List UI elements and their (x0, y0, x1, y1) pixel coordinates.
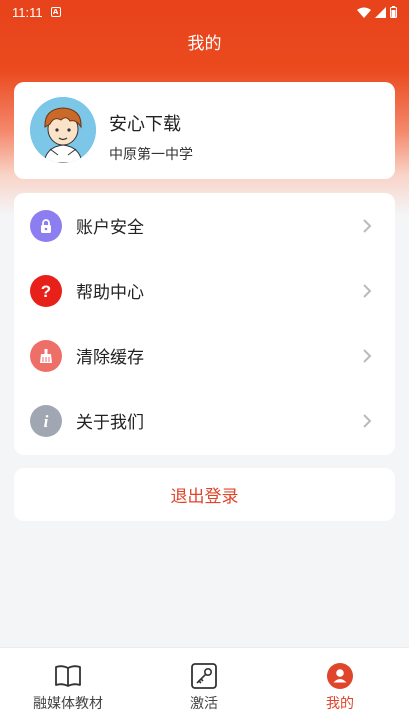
battery-icon (390, 6, 397, 18)
signal-icon (375, 6, 386, 18)
tab-label: 我的 (326, 696, 354, 712)
chevron-right-icon (363, 413, 372, 428)
profile-school: 中原第一中学 (109, 147, 193, 163)
wifi-icon (357, 7, 371, 18)
tab-activate[interactable]: 激活 (136, 648, 272, 728)
key-icon (191, 663, 217, 689)
logout-button[interactable]: 退出登录 (14, 468, 395, 521)
broom-icon (30, 339, 62, 372)
page-title: 我的 (187, 34, 222, 54)
menu-item-label: 关于我们 (76, 413, 144, 433)
status-time: 11:11 (12, 4, 43, 20)
notification-a-icon: A (50, 7, 61, 17)
question-icon: ? (30, 274, 62, 307)
menu-item-label: 清除缓存 (76, 348, 144, 368)
tab-media-textbook[interactable]: 融媒体教材 (0, 648, 136, 728)
menu-item-help-center[interactable]: ? 帮助中心 (14, 258, 395, 323)
avatar[interactable] (30, 97, 96, 163)
avatar-illustration (30, 97, 96, 163)
chevron-right-icon (363, 283, 372, 298)
chevron-right-icon (363, 348, 372, 363)
person-icon (327, 663, 353, 689)
chevron-right-icon (363, 218, 372, 233)
bottom-tab-bar: 融媒体教材 激活 我的 (0, 647, 409, 728)
info-icon: i (30, 404, 62, 437)
lock-icon (30, 209, 62, 242)
menu-item-about-us[interactable]: i 关于我们 (14, 388, 395, 453)
menu-item-account-security[interactable]: 账户安全 (14, 193, 395, 258)
svg-text:i: i (44, 412, 49, 430)
profile-name: 安心下载 (109, 114, 181, 135)
menu-item-label: 账户安全 (76, 218, 144, 238)
status-bar: 11:11 A (0, 0, 409, 24)
profile-card[interactable]: 安心下载 中原第一中学 (14, 82, 395, 179)
menu-item-label: 帮助中心 (76, 283, 144, 303)
tab-label: 融媒体教材 (33, 696, 103, 712)
logout-label: 退出登录 (170, 487, 239, 507)
svg-text:?: ? (41, 282, 51, 300)
tab-label: 激活 (190, 696, 218, 712)
menu-item-clear-cache[interactable]: 清除缓存 (14, 323, 395, 388)
status-icons (357, 6, 397, 18)
book-icon (55, 665, 81, 687)
menu-card: 账户安全 ? 帮助中心 清除缓存 i 关于我们 (14, 193, 395, 455)
tab-mine[interactable]: 我的 (272, 648, 408, 728)
